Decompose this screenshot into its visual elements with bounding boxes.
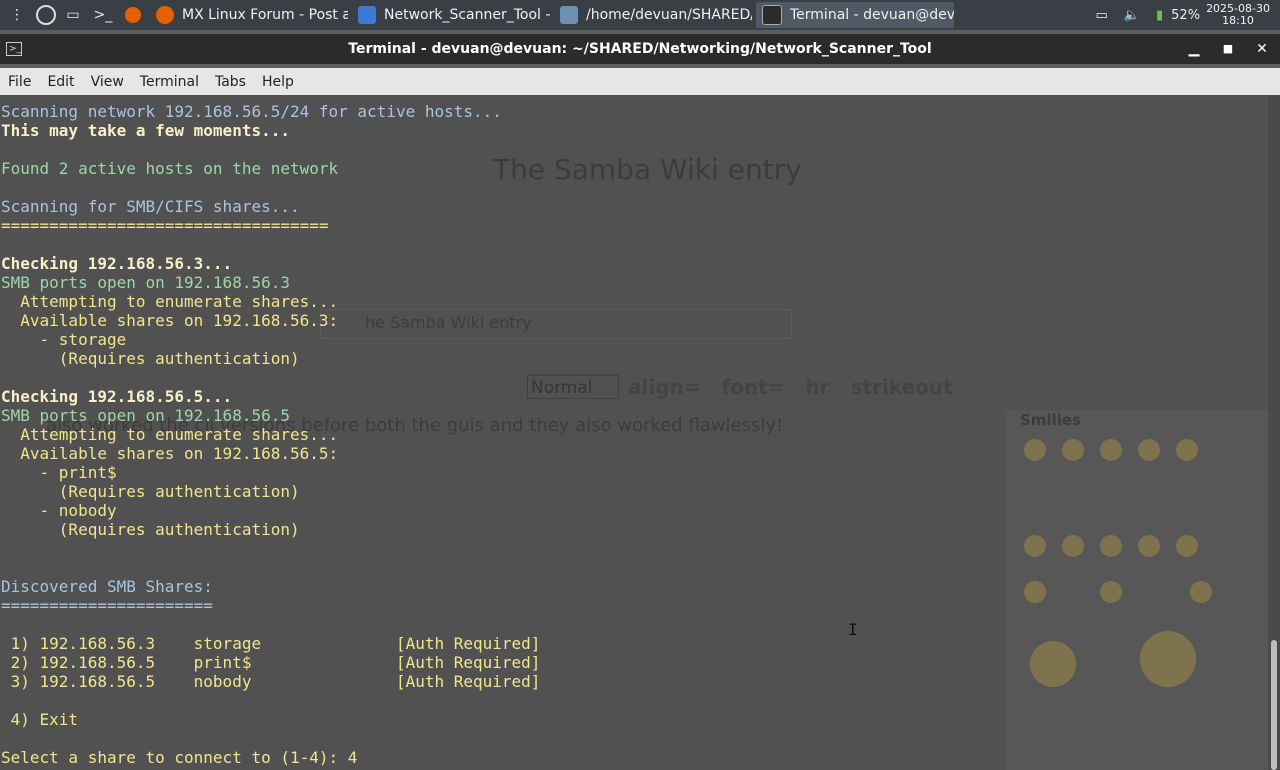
smiley-icon: [1062, 439, 1084, 461]
menu-view[interactable]: View: [83, 74, 132, 90]
terminal-line: 1) 192.168.56.3 storage [Auth Required]: [1, 634, 541, 653]
scrollbar-thumb[interactable]: [1271, 640, 1277, 770]
terminal-line: This may take a few moments...: [1, 121, 290, 140]
terminal-launcher-icon[interactable]: >_: [90, 2, 116, 28]
clock[interactable]: 2025-08-30 18:10: [1206, 3, 1270, 27]
smiley-icon: [1024, 535, 1046, 557]
menu-file[interactable]: File: [0, 74, 39, 90]
terminal-line: SMB ports open on 192.168.56.3: [1, 273, 290, 292]
smiley-icon: [1030, 641, 1076, 687]
smiley-icon: [1100, 535, 1122, 557]
terminal-line: Checking 192.168.56.3...: [1, 254, 233, 273]
menu-terminal[interactable]: Terminal: [132, 74, 207, 90]
terminal-line: - nobody: [1, 501, 117, 520]
task-editor[interactable]: /home/devuan/SHARED/...: [554, 2, 752, 28]
task-label: Network_Scanner_Tool - ...: [384, 7, 550, 23]
smiley-icon: [1100, 581, 1122, 603]
terminal-line: Available shares on 192.168.56.5:: [1, 444, 339, 463]
smiley-icon: [1140, 631, 1196, 687]
terminal-line: Found 2 active hosts on the network: [1, 159, 339, 178]
terminal-output: Scanning network 192.168.56.5/24 for act…: [1, 102, 540, 767]
show-desktop-icon[interactable]: ▭: [60, 2, 86, 28]
background-smilies-label: Smilies: [1020, 411, 1081, 429]
volume-icon[interactable]: 🔈: [1124, 8, 1140, 23]
terminal-scrollbar[interactable]: [1268, 95, 1280, 770]
terminal-line: Available shares on 192.168.56.3:: [1, 311, 339, 330]
app-menu-icon[interactable]: [36, 5, 56, 25]
terminal-line: (Requires authentication): [1, 520, 300, 539]
terminal-line: - print$: [1, 463, 117, 482]
firefox-launcher-icon[interactable]: [120, 2, 146, 28]
folder-icon: [358, 6, 376, 24]
system-tray: ▭ 🔈 ▮ 52% 2025-08-30 18:10: [1088, 0, 1280, 30]
terminal-line: (Requires authentication): [1, 482, 300, 501]
smiley-icon: [1024, 581, 1046, 603]
terminal-line: Discovered SMB Shares:: [1, 577, 213, 596]
background-dropdown: Normal: [527, 375, 619, 399]
menu-help[interactable]: Help: [254, 74, 302, 90]
smiley-icon: [1176, 535, 1198, 557]
terminal-line: SMB ports open on 192.168.56.5: [1, 406, 290, 425]
terminal-line: (Requires authentication): [1, 349, 300, 368]
window-titlebar[interactable]: >_ Terminal - devuan@devuan: ~/SHARED/Ne…: [0, 34, 1280, 64]
minimize-button[interactable]: ▁: [1185, 40, 1203, 58]
firefox-icon: [156, 6, 174, 24]
close-button[interactable]: ✕: [1253, 40, 1271, 58]
smiley-icon: [1190, 581, 1212, 603]
keyboard-icon[interactable]: ▭: [1096, 8, 1108, 23]
terminal-area[interactable]: The Samba Wiki entry he Samba Wiki entry…: [0, 95, 1268, 770]
terminal-icon: [762, 5, 782, 25]
terminal-line: 3) 192.168.56.5 nobody [Auth Required]: [1, 672, 541, 691]
maximize-button[interactable]: ■: [1219, 40, 1237, 58]
smiley-icon: [1176, 439, 1198, 461]
smiley-icon: [1138, 535, 1160, 557]
terminal-line: Attempting to enumerate shares...: [1, 292, 339, 311]
terminal-line: Attempting to enumerate shares...: [1, 425, 339, 444]
terminal-line: Scanning for SMB/CIFS shares...: [1, 197, 300, 216]
terminal-line: - storage: [1, 330, 127, 349]
ibeam-cursor-icon: I: [848, 620, 858, 639]
task-label: Terminal - devuan@devu...: [790, 7, 954, 23]
terminal-line: Scanning network 192.168.56.5/24 for act…: [1, 102, 502, 121]
smiley-icon: [1024, 439, 1046, 461]
smiley-icon: [1100, 439, 1122, 461]
smiley-icon: [1062, 535, 1084, 557]
task-label: MX Linux Forum - Post a ...: [182, 7, 348, 23]
task-firefox[interactable]: MX Linux Forum - Post a ...: [150, 2, 348, 28]
terminal-line: Checking 192.168.56.5...: [1, 387, 233, 406]
battery-percent: 52%: [1171, 7, 1201, 23]
editor-icon: [560, 6, 578, 24]
terminal-line: 2) 192.168.56.5 print$ [Auth Required]: [1, 653, 541, 672]
task-terminal[interactable]: Terminal - devuan@devu...: [756, 2, 954, 28]
task-label: /home/devuan/SHARED/...: [586, 7, 752, 23]
terminal-line: 4) Exit: [1, 710, 79, 729]
window-title: Terminal - devuan@devuan: ~/SHARED/Netwo…: [348, 41, 932, 57]
terminal-line: Select a share to connect to (1-4): 4: [1, 748, 358, 767]
smiley-icon: [1138, 439, 1160, 461]
menubar: File Edit View Terminal Tabs Help: [0, 68, 1280, 95]
background-toolbar: align= font= hr strikeout: [628, 375, 953, 399]
taskbar: ⋮ ▭ >_ MX Linux Forum - Post a ... Netwo…: [0, 0, 1280, 30]
battery-icon[interactable]: ▮: [1156, 8, 1163, 23]
menu-handle-icon[interactable]: ⋮: [4, 2, 30, 28]
menu-edit[interactable]: Edit: [39, 74, 82, 90]
clock-time: 18:10: [1222, 14, 1254, 27]
terminal-line: ==================================: [1, 216, 329, 235]
menu-tabs[interactable]: Tabs: [207, 74, 254, 90]
task-file-manager[interactable]: Network_Scanner_Tool - ...: [352, 2, 550, 28]
terminal-line: ======================: [1, 596, 213, 615]
